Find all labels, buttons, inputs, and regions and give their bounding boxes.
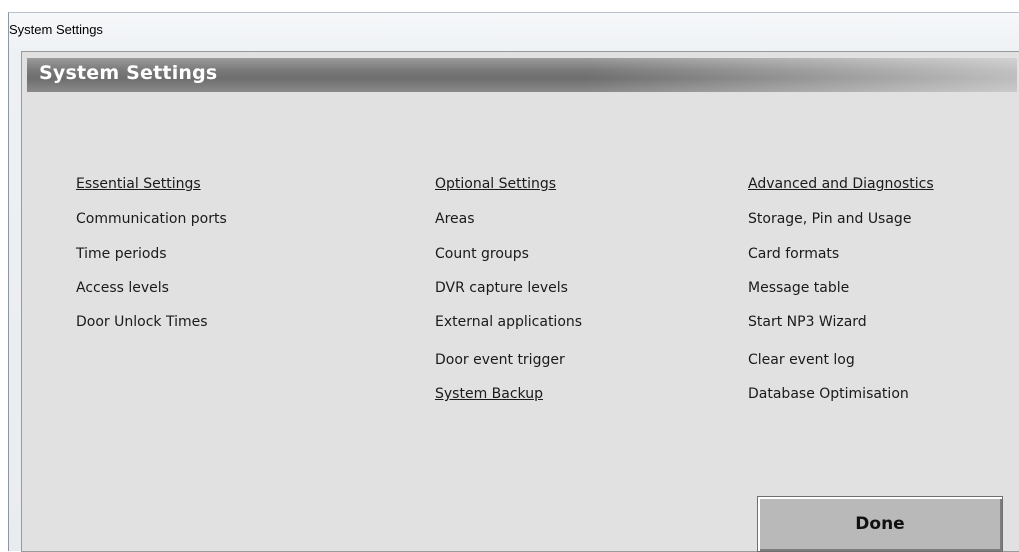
- panel-header: System Settings: [27, 58, 1017, 92]
- system-backup-link[interactable]: System Backup: [435, 386, 543, 402]
- dvr-capture-levels-item[interactable]: DVR capture levels: [435, 280, 568, 296]
- count-groups-item[interactable]: Count groups: [435, 246, 529, 262]
- message-table-item[interactable]: Message table: [748, 280, 849, 296]
- settings-panel: System Settings Essential Settings Commu…: [21, 51, 1019, 552]
- start-np3-wizard-item[interactable]: Start NP3 Wizard: [748, 314, 867, 330]
- database-optimisation-item[interactable]: Database Optimisation: [748, 386, 909, 402]
- panel-title: System Settings: [39, 62, 218, 84]
- window-title: System Settings: [9, 22, 103, 37]
- card-formats-item[interactable]: Card formats: [748, 246, 839, 262]
- areas-item[interactable]: Areas: [435, 211, 475, 227]
- communication-ports-item[interactable]: Communication ports: [76, 211, 227, 227]
- advanced-diagnostics-link[interactable]: Advanced and Diagnostics: [748, 176, 934, 192]
- door-unlock-times-item[interactable]: Door Unlock Times: [76, 314, 208, 330]
- system-settings-window: System Settings System Settings Essentia…: [8, 12, 1019, 552]
- access-levels-item[interactable]: Access levels: [76, 280, 169, 296]
- clear-event-log-item[interactable]: Clear event log: [748, 352, 855, 368]
- storage-pin-usage-item[interactable]: Storage, Pin and Usage: [748, 211, 911, 227]
- done-button[interactable]: Done: [757, 496, 1003, 552]
- door-event-trigger-item[interactable]: Door event trigger: [435, 352, 565, 368]
- external-applications-item[interactable]: External applications: [435, 314, 582, 330]
- time-periods-item[interactable]: Time periods: [76, 246, 167, 262]
- essential-settings-link[interactable]: Essential Settings: [76, 176, 201, 192]
- optional-settings-link[interactable]: Optional Settings: [435, 176, 556, 192]
